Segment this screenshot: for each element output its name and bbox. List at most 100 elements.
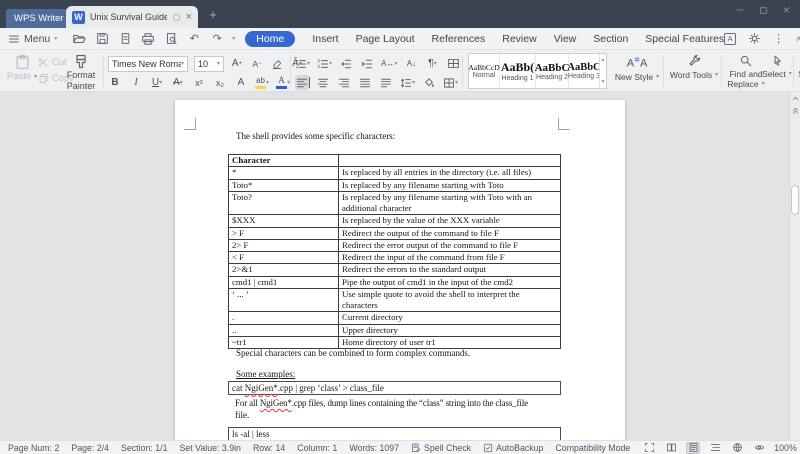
clear-formatting-button[interactable]: [270, 56, 284, 71]
align-right-button[interactable]: [337, 75, 351, 90]
paste-button[interactable]: Paste▾: [6, 53, 38, 82]
paragraph-settings-button[interactable]: ¶▾: [425, 56, 439, 71]
document-tab[interactable]: W Unix Survival Guide.doc ×: [66, 6, 198, 28]
tab-home[interactable]: Home: [245, 31, 295, 47]
decrease-indent-button[interactable]: [339, 56, 353, 71]
eye-protection-mode-icon[interactable]: [752, 442, 766, 454]
tab-section[interactable]: Section: [593, 33, 628, 45]
font-color-button[interactable]: A ▾: [276, 75, 290, 90]
style-normal[interactable]: AaBbCcD Normal: [469, 54, 500, 88]
print-preview-icon[interactable]: [163, 31, 179, 47]
document-page[interactable]: The shell provides some specific charact…: [175, 100, 625, 440]
save-icon[interactable]: [94, 31, 110, 47]
sort-button[interactable]: A↓: [404, 56, 418, 71]
font-name-combobox[interactable]: Times New Roma ▾: [108, 56, 188, 72]
status-row[interactable]: Row: 14: [253, 443, 285, 453]
compatibility-mode-label[interactable]: Compatibility Mode: [555, 443, 630, 453]
styles-gallery-scroll[interactable]: ▲ ▼: [599, 54, 606, 88]
undo-icon[interactable]: ↶: [186, 31, 202, 47]
window-minimize-icon[interactable]: ─: [737, 5, 744, 16]
print-icon[interactable]: [140, 31, 156, 47]
tab-view[interactable]: View: [554, 33, 577, 45]
style-heading-2[interactable]: AaBbC Heading 2: [536, 54, 569, 88]
bold-button[interactable]: B: [108, 75, 122, 90]
new-tab-button[interactable]: +: [206, 7, 220, 22]
tab-references[interactable]: References: [432, 33, 486, 45]
gallery-more-icon[interactable]: ▼: [601, 79, 606, 85]
status-word-count[interactable]: Words: 1097: [349, 443, 399, 453]
export-pdf-icon[interactable]: [117, 31, 133, 47]
font-size-combobox[interactable]: 10 ▾: [194, 56, 224, 72]
app-menu-button[interactable]: WPS Writer: [6, 9, 71, 28]
window-close-icon[interactable]: ×: [783, 3, 790, 17]
tab-insert[interactable]: Insert: [312, 33, 338, 45]
examples-heading[interactable]: Some examples:: [236, 369, 295, 379]
line-spacing-button[interactable]: ▾: [400, 75, 415, 90]
shell-characters-table[interactable]: Character *Is replaced by all entries in…: [228, 154, 561, 349]
paragraph-intro[interactable]: The shell provides some specific charact…: [236, 131, 395, 141]
subscript-button[interactable]: x₂: [213, 75, 227, 90]
format-painter-button[interactable]: Format Painter: [62, 53, 100, 92]
text-effects-button[interactable]: A: [234, 75, 248, 90]
open-file-icon[interactable]: [71, 31, 87, 47]
superscript-button[interactable]: x²: [192, 75, 206, 90]
insert-table-button[interactable]: [446, 56, 460, 71]
style-heading-3[interactable]: AaBbC Heading 3: [569, 54, 599, 88]
grow-font-button[interactable]: A+: [230, 56, 244, 71]
new-style-button[interactable]: A✲A New Style▾: [612, 54, 662, 82]
underline-button[interactable]: U▾: [150, 75, 164, 90]
status-page-num[interactable]: Page Num: 2: [8, 443, 59, 453]
strikethrough-button[interactable]: A▾: [171, 75, 185, 90]
print-layout-view-icon[interactable]: [686, 442, 700, 454]
tab-close-icon[interactable]: ×: [186, 11, 192, 23]
justify-button[interactable]: [358, 75, 372, 90]
window-maximize-icon[interactable]: [759, 6, 768, 15]
web-layout-view-icon[interactable]: [730, 442, 744, 454]
autobackup-button[interactable]: AutoBackup: [483, 443, 543, 453]
tab-page-layout[interactable]: Page Layout: [356, 33, 415, 45]
code-example-1[interactable]: cat NgiGen*.cpp | grep ‘class’ > class_f…: [228, 381, 561, 395]
example-description-line-1[interactable]: For all NgiGen*.cpp files, dump lines co…: [235, 398, 528, 408]
align-left-button[interactable]: [295, 75, 309, 90]
book-view-icon[interactable]: [664, 442, 678, 454]
code-example-2[interactable]: ls -al | less: [228, 427, 561, 440]
more-options-icon[interactable]: ⋮: [773, 32, 784, 45]
style-heading-1[interactable]: AaBb( Heading 1: [500, 54, 536, 88]
increase-indent-button[interactable]: [360, 56, 374, 71]
bullets-button[interactable]: ▾: [295, 56, 310, 71]
outline-view-icon[interactable]: [708, 442, 722, 454]
numbering-button[interactable]: ▾: [317, 56, 332, 71]
scrollbar-thumb[interactable]: [791, 185, 799, 215]
tab-special-features[interactable]: Special Features: [645, 33, 724, 45]
borders-button[interactable]: ▾: [443, 75, 458, 90]
status-set-value[interactable]: Set Value: 3.9in: [179, 443, 240, 453]
clipped-tool-button[interactable]: ⌇ S: [796, 54, 800, 80]
zoom-level-button[interactable]: 100%▾: [774, 443, 800, 453]
shrink-font-button[interactable]: A−: [250, 56, 264, 71]
settings-gear-icon[interactable]: [748, 32, 761, 45]
vertical-scrollbar[interactable]: [789, 92, 800, 440]
paragraph-combined[interactable]: Special characters can be combined to fo…: [236, 348, 470, 358]
highlight-color-button[interactable]: ab ▾: [255, 75, 269, 90]
menu-button[interactable]: Menu ▾: [8, 33, 57, 45]
status-section[interactable]: Section: 1/1: [121, 443, 167, 453]
scroll-up-button[interactable]: [790, 92, 800, 104]
gallery-up-icon[interactable]: ▲: [601, 57, 606, 63]
fit-page-view-icon[interactable]: [642, 442, 656, 454]
example-description-line-2[interactable]: file.: [235, 410, 249, 420]
collapse-ribbon-icon[interactable]: ˄: [796, 34, 800, 44]
status-column[interactable]: Column: 1: [297, 443, 337, 453]
italic-button[interactable]: I: [129, 75, 143, 90]
customize-toolbar-icon[interactable]: ▾: [232, 35, 235, 42]
select-button[interactable]: Select▾: [762, 54, 792, 80]
status-page[interactable]: Page: 2/4: [71, 443, 109, 453]
word-tools-button[interactable]: Word Tools▾: [668, 54, 720, 81]
spell-check-button[interactable]: Spell Check: [411, 443, 471, 453]
previous-page-button[interactable]: [790, 104, 800, 116]
tab-review[interactable]: Review: [502, 33, 536, 45]
distribute-text-button[interactable]: [379, 75, 393, 90]
shading-button[interactable]: [422, 75, 436, 90]
redo-icon[interactable]: ↷: [209, 31, 225, 47]
character-scale-button[interactable]: A↔▾: [381, 56, 397, 71]
task-window-icon[interactable]: A: [724, 33, 736, 45]
